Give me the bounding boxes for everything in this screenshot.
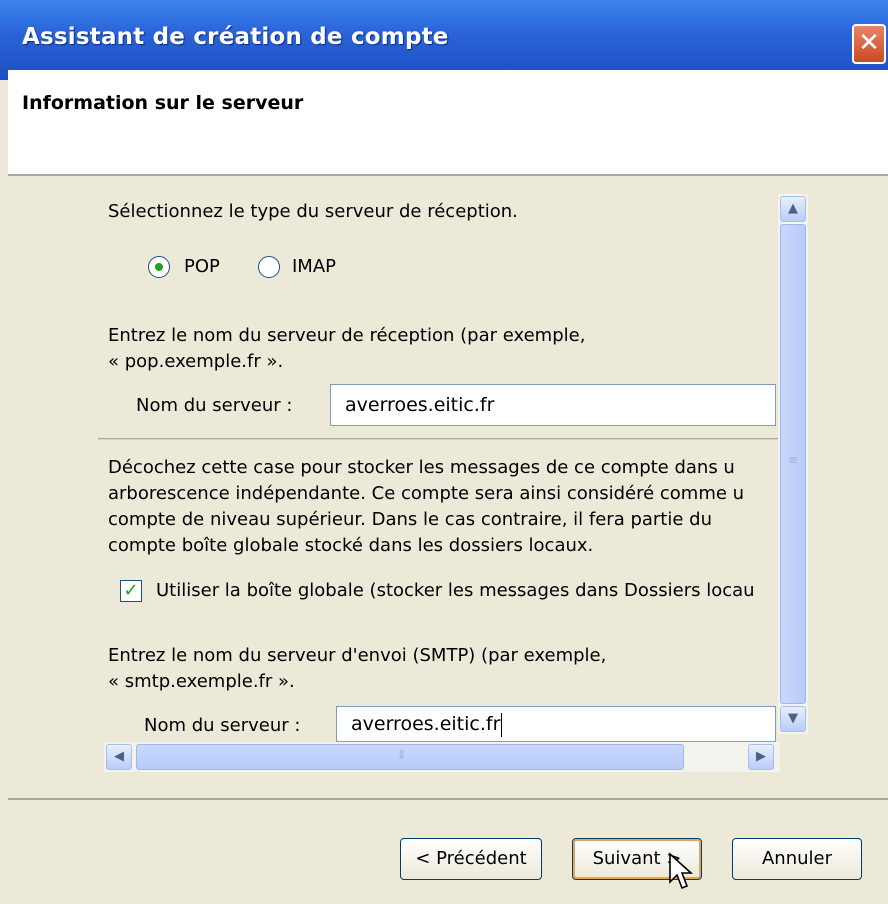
chevron-up-icon: ▲: [788, 201, 798, 216]
grip-icon: ≡: [788, 453, 799, 467]
chevron-left-icon: ◀: [114, 749, 124, 764]
global-inbox-checkbox-label[interactable]: Utiliser la boîte globale (stocker les m…: [156, 579, 755, 603]
global-inbox-desc-4: compte boîte globale stocké dans les dos…: [108, 535, 594, 556]
incoming-server-prompt-2: « pop.exemple.fr ».: [108, 351, 284, 372]
grip-icon: ⦀: [399, 748, 405, 762]
radio-pop[interactable]: [148, 256, 170, 278]
wizard-header: Information sur le serveur: [8, 70, 888, 174]
server-type-prompt: Sélectionnez le type du serveur de récep…: [108, 201, 518, 222]
cancel-button[interactable]: Annuler: [732, 838, 862, 880]
global-inbox-desc-2: arborescence indépendante. Ce compte ser…: [108, 483, 745, 504]
scroll-left-button[interactable]: ◀: [106, 744, 132, 770]
outgoing-server-value: averroes.eitic.fr: [351, 713, 501, 735]
incoming-server-label: Nom du serveur :: [136, 395, 293, 416]
chevron-down-icon: ▼: [788, 711, 798, 726]
window-title: Assistant de création de compte: [22, 24, 449, 50]
horizontal-scroll-thumb[interactable]: ⦀: [136, 744, 684, 770]
global-inbox-desc-3: compte de niveau supérieur. Dans le cas …: [108, 509, 712, 530]
incoming-server-field[interactable]: averroes.eitic.fr: [330, 384, 776, 426]
page-title: Information sur le serveur: [22, 92, 304, 114]
back-button[interactable]: < Précédent: [400, 838, 542, 880]
outgoing-server-prompt-1: Entrez le nom du serveur d'envoi (SMTP) …: [108, 645, 607, 666]
outgoing-server-prompt-2: « smtp.exemple.fr ».: [108, 671, 295, 692]
horizontal-scrollbar[interactable]: ◀ ⦀ ▶: [104, 742, 780, 772]
chevron-right-icon: ▶: [756, 749, 766, 764]
global-inbox-desc-1: Décochez cette case pour stocker les mes…: [108, 457, 735, 478]
vertical-scrollbar[interactable]: ▲ ≡ ▼: [778, 194, 808, 734]
mouse-pointer-icon: [669, 852, 694, 890]
radio-selected-dot: [155, 263, 163, 271]
close-button[interactable]: ✕: [852, 24, 886, 64]
checkmark-icon: ✓: [123, 580, 139, 601]
title-bar[interactable]: Assistant de création de compte ✕: [0, 0, 888, 80]
section-divider: [98, 438, 778, 440]
radio-imap-label[interactable]: IMAP: [292, 255, 336, 279]
close-icon: ✕: [858, 28, 880, 58]
footer-divider: [8, 798, 888, 800]
outgoing-server-label: Nom du serveur :: [144, 715, 301, 736]
outgoing-server-field[interactable]: averroes.eitic.fr: [336, 706, 776, 742]
scroll-right-button[interactable]: ▶: [748, 744, 774, 770]
incoming-server-prompt-1: Entrez le nom du serveur de réception (p…: [108, 325, 586, 346]
scroll-down-button[interactable]: ▼: [780, 706, 806, 732]
scroll-up-button[interactable]: ▲: [780, 196, 806, 222]
global-inbox-checkbox[interactable]: ✓: [120, 580, 142, 602]
account-wizard-window: Assistant de création de compte ✕ Inform…: [0, 0, 888, 904]
radio-pop-label[interactable]: POP: [184, 255, 220, 279]
radio-imap[interactable]: [258, 256, 280, 278]
text-caret: [501, 712, 503, 737]
wizard-content: Sélectionnez le type du serveur de récep…: [8, 176, 888, 798]
vertical-scroll-thumb[interactable]: ≡: [780, 224, 806, 704]
